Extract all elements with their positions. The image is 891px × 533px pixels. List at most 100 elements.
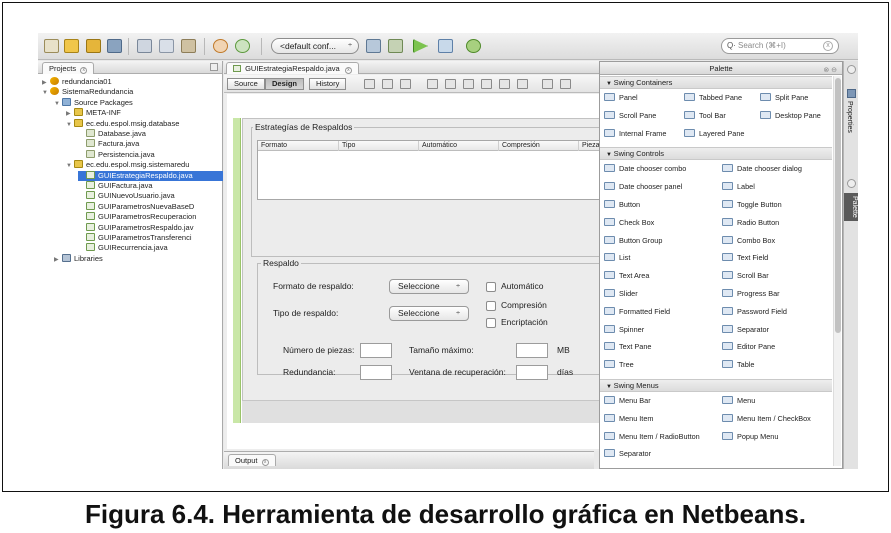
palette-item[interactable]: Date chooser combo bbox=[604, 163, 686, 175]
palette-item[interactable]: Button bbox=[604, 199, 640, 211]
tree-item[interactable]: GUIParametrosTransferenci bbox=[78, 233, 192, 243]
palette-category[interactable]: ▼ Swing Menus bbox=[600, 379, 832, 392]
palette-item[interactable]: Button Group bbox=[604, 235, 662, 247]
palette-item[interactable]: Text Pane bbox=[604, 341, 651, 353]
palette-item[interactable]: Tool Bar bbox=[684, 110, 726, 122]
cut-icon[interactable] bbox=[137, 39, 152, 53]
form-bottom-resize-handle[interactable] bbox=[242, 400, 622, 423]
properties-side-tab[interactable]: Properties bbox=[846, 101, 853, 133]
palette-item[interactable]: Desktop Pane bbox=[760, 110, 821, 122]
palette-item[interactable]: List bbox=[604, 252, 630, 264]
palette-category[interactable]: ▼ Swing Controls bbox=[600, 147, 832, 161]
palette-item[interactable]: Menu Bar bbox=[604, 395, 651, 407]
tree-item[interactable]: ▼ ec.edu.espol.msig.database bbox=[66, 118, 179, 130]
palette-item[interactable]: Spinner bbox=[604, 324, 644, 336]
minimize-group-icon[interactable] bbox=[847, 179, 856, 188]
table-column-compresion[interactable]: Compresión bbox=[498, 141, 540, 151]
palette-item[interactable]: Popup Menu bbox=[722, 431, 778, 443]
save-all-icon[interactable] bbox=[107, 39, 122, 53]
jframe-form[interactable]: Estrategías de Respaldos Formato Tipo Au… bbox=[242, 118, 622, 423]
palette-item[interactable]: Separator bbox=[604, 448, 651, 460]
editor-tab[interactable]: GUIEstrategiaRespaldo.java x bbox=[226, 62, 359, 74]
redo-icon[interactable] bbox=[235, 39, 250, 53]
close-tab-icon[interactable]: x bbox=[261, 459, 269, 466]
palette-item[interactable]: Toggle Button bbox=[722, 199, 782, 211]
tree-item[interactable]: Factura.java bbox=[78, 139, 139, 149]
new-file-icon[interactable] bbox=[44, 39, 59, 53]
minimize-panel-icon[interactable] bbox=[210, 63, 218, 71]
clean-build-icon[interactable] bbox=[366, 39, 381, 53]
expand-arrow-icon[interactable]: ▶ bbox=[54, 255, 62, 265]
piezas-field[interactable] bbox=[360, 343, 392, 358]
tree-item[interactable]: GUIParametrosNuevaBaseD bbox=[78, 201, 194, 212]
align-right-icon[interactable] bbox=[445, 79, 456, 89]
configuration-combo[interactable]: <default conf... ÷ bbox=[271, 38, 359, 54]
tree-item[interactable]: GUIRecurrencia.java bbox=[78, 243, 168, 253]
tree-item[interactable]: GUIParametrosRespaldo.jav bbox=[78, 222, 193, 233]
copy-icon[interactable] bbox=[159, 39, 174, 53]
tree-item[interactable]: ▼ SistemaRedundancia bbox=[42, 87, 133, 97]
build-icon[interactable] bbox=[388, 39, 403, 53]
redundancia-field[interactable] bbox=[360, 365, 392, 380]
collapse-arrow-icon[interactable]: ▼ bbox=[42, 88, 50, 98]
source-view-button[interactable]: Source bbox=[227, 78, 265, 90]
palette-item[interactable]: Formatted Field bbox=[604, 306, 670, 318]
open-project-icon[interactable] bbox=[86, 39, 101, 53]
palette-item[interactable]: Menu Item / RadioButton bbox=[604, 431, 700, 443]
close-tab-icon[interactable]: x bbox=[80, 67, 88, 74]
tipo-combo[interactable]: Seleccione ÷ bbox=[389, 306, 469, 321]
connection-mode-icon[interactable] bbox=[382, 79, 393, 89]
palette-item[interactable]: Separator bbox=[722, 324, 769, 336]
palette-item[interactable]: Menu Item bbox=[604, 413, 653, 425]
center-horizontally-icon[interactable] bbox=[463, 79, 474, 89]
ventana-field[interactable] bbox=[516, 365, 548, 380]
palette-item[interactable]: Date chooser dialog bbox=[722, 163, 802, 175]
paste-icon[interactable] bbox=[181, 39, 196, 53]
palette-item[interactable]: Menu bbox=[722, 395, 755, 407]
palette-item[interactable]: Editor Pane bbox=[722, 341, 775, 353]
palette-item[interactable]: Panel bbox=[604, 92, 638, 104]
tree-item[interactable]: ▶ META-INF bbox=[66, 108, 121, 118]
tree-item[interactable]: ▶ redundancia01 bbox=[42, 77, 112, 87]
undo-icon[interactable] bbox=[213, 39, 228, 53]
palette-side-tab[interactable]: Palette bbox=[844, 193, 858, 221]
palette-item[interactable]: Text Area bbox=[604, 270, 649, 282]
palette-scrollbar[interactable] bbox=[833, 76, 841, 466]
tree-item[interactable]: GUIEstrategiaRespaldo.java bbox=[78, 170, 223, 181]
palette-item[interactable]: Radio Button bbox=[722, 217, 779, 229]
align-bottom-icon[interactable] bbox=[499, 79, 510, 89]
palette-item[interactable]: Progress Bar bbox=[722, 288, 780, 300]
align-top-icon[interactable] bbox=[481, 79, 492, 89]
palette-item[interactable]: Internal Frame bbox=[604, 128, 666, 140]
change-vertical-resizability-icon[interactable] bbox=[560, 79, 571, 89]
selection-mode-icon[interactable] bbox=[364, 79, 375, 89]
collapse-arrow-icon[interactable]: ▼ bbox=[66, 161, 74, 171]
form-resize-handle[interactable] bbox=[233, 118, 241, 423]
tamano-field[interactable] bbox=[516, 343, 548, 358]
palette-item[interactable]: Tabbed Pane bbox=[684, 92, 742, 104]
palette-category[interactable]: ▼ Swing Containers bbox=[600, 76, 832, 89]
compresion-checkbox[interactable] bbox=[486, 301, 496, 311]
estrategias-table[interactable]: Formato Tipo Automático Compresión Pieza bbox=[257, 140, 617, 200]
new-project-icon[interactable] bbox=[64, 39, 79, 53]
tree-item[interactable]: ▼ ec.edu.espol.msig.sistemaredu bbox=[66, 160, 189, 170]
collapse-arrow-icon[interactable]: ▼ bbox=[66, 120, 74, 130]
debug-icon[interactable] bbox=[438, 39, 453, 53]
minimize-group-icon[interactable] bbox=[847, 65, 856, 74]
align-left-icon[interactable] bbox=[427, 79, 438, 89]
palette-item[interactable]: Password Field bbox=[722, 306, 787, 318]
output-tab[interactable]: Output x bbox=[228, 454, 276, 466]
palette-item[interactable]: Tree bbox=[604, 359, 634, 371]
tree-item[interactable]: ▶ Libraries bbox=[54, 253, 103, 265]
tree-item[interactable]: ▼ Source Packages bbox=[54, 97, 133, 109]
palette-item[interactable]: Check Box bbox=[604, 217, 654, 229]
tree-item[interactable]: GUIFactura.java bbox=[78, 181, 153, 191]
center-vertically-icon[interactable] bbox=[517, 79, 528, 89]
palette-item[interactable]: Slider bbox=[604, 288, 638, 300]
history-view-button[interactable]: History bbox=[309, 78, 347, 90]
table-column-automatico[interactable]: Automático bbox=[418, 141, 457, 151]
palette-item[interactable]: Split Pane bbox=[760, 92, 808, 104]
run-icon[interactable] bbox=[413, 39, 428, 53]
collapse-arrow-icon[interactable]: ▼ bbox=[54, 99, 62, 109]
formato-combo[interactable]: Seleccione ÷ bbox=[389, 279, 469, 294]
